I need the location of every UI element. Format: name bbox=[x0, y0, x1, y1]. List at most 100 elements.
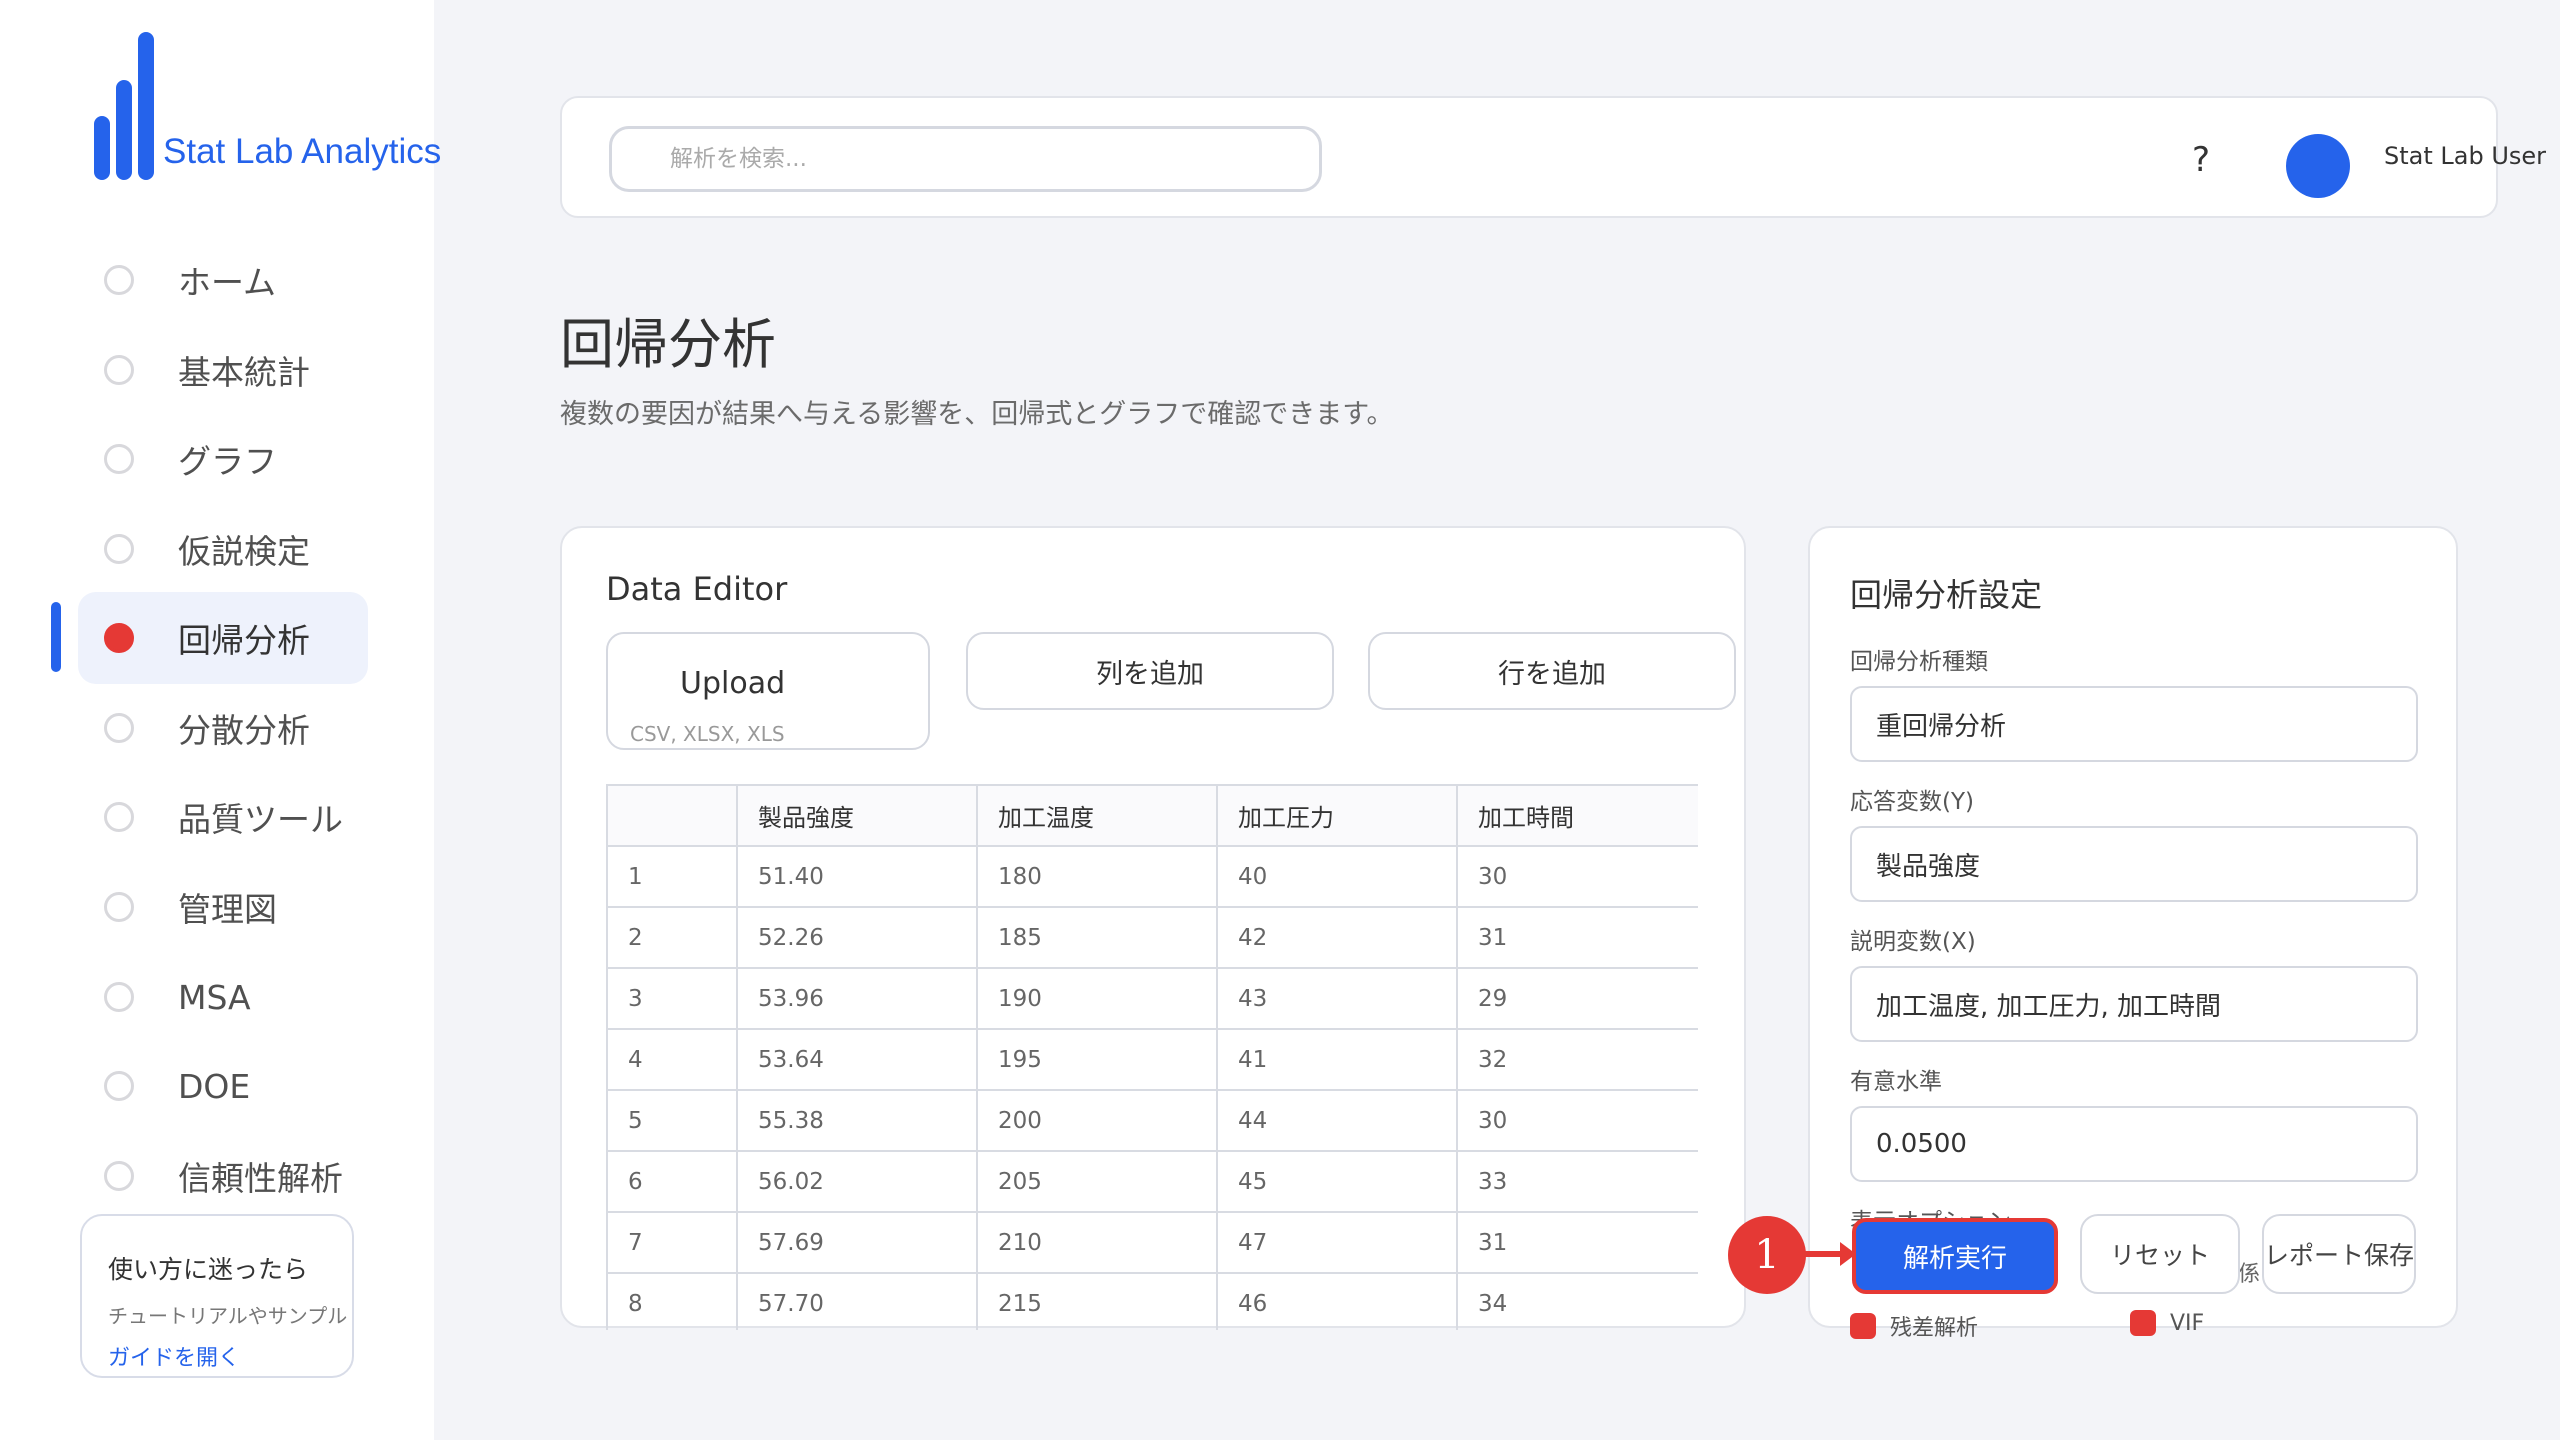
radio-dot-icon bbox=[104, 713, 134, 743]
sidebar-item-anova[interactable]: 分散分析 bbox=[78, 682, 368, 774]
table-cell[interactable]: 40 bbox=[1216, 845, 1458, 908]
top-bar: ? Stat Lab User bbox=[560, 96, 2546, 218]
table-cell[interactable]: 52.26 bbox=[736, 906, 978, 969]
table-cell[interactable]: 215 bbox=[976, 1272, 1218, 1330]
table-cell[interactable]: 31 bbox=[1456, 906, 1698, 969]
row-index-cell: 1 bbox=[606, 845, 738, 908]
sidebar-item-quality-tools[interactable]: 品質ツール bbox=[78, 771, 368, 863]
data-table-container[interactable]: 製品強度 加工温度 加工圧力 加工時間 1 51.40 180 40 30 2 52.26 1… bbox=[606, 784, 1698, 1330]
column-header-index bbox=[606, 784, 738, 847]
sidebar-item-doe[interactable]: DOE bbox=[78, 1040, 368, 1132]
help-card-subtitle: チュートリアルやサンプル bbox=[108, 1304, 348, 1328]
data-editor-title: Data Editor bbox=[606, 570, 788, 608]
row-index-cell: 3 bbox=[606, 967, 738, 1030]
table-cell[interactable]: 44 bbox=[1216, 1089, 1458, 1152]
table-cell[interactable]: 32 bbox=[1456, 1028, 1698, 1091]
row-index-cell: 4 bbox=[606, 1028, 738, 1091]
table-cell[interactable]: 42 bbox=[1216, 906, 1458, 969]
sidebar-item-regression[interactable]: 回帰分析 bbox=[78, 592, 368, 684]
sidebar-item-label: 基本統計 bbox=[178, 353, 310, 392]
open-guide-link[interactable]: ガイドを開く bbox=[108, 1340, 240, 1372]
table-cell[interactable]: 41 bbox=[1216, 1028, 1458, 1091]
occluded-text-fragment: 係 bbox=[2238, 1262, 2261, 1287]
sidebar-item-home[interactable]: ホーム bbox=[78, 234, 368, 326]
add-row-button[interactable]: 行を追加 bbox=[1368, 632, 1736, 710]
sidebar-item-label: 分散分析 bbox=[178, 711, 310, 750]
table-cell[interactable]: 55.38 bbox=[736, 1089, 978, 1152]
table-cell[interactable]: 29 bbox=[1456, 967, 1698, 1030]
table-cell[interactable]: 57.70 bbox=[736, 1272, 978, 1330]
sidebar-item-reliability[interactable]: 信頼性解析 bbox=[78, 1130, 368, 1222]
table-cell[interactable]: 33 bbox=[1456, 1150, 1698, 1213]
radio-dot-icon bbox=[104, 265, 134, 295]
column-header[interactable]: 製品強度 bbox=[736, 784, 978, 847]
upload-button[interactable]: Upload CSV, XLSX, XLS bbox=[606, 632, 930, 750]
table-cell[interactable]: 57.69 bbox=[736, 1211, 978, 1274]
table-row: 2 52.26 185 42 31 bbox=[606, 906, 1698, 969]
residual-analysis-checkbox[interactable]: 残差解析 bbox=[1850, 1310, 1978, 1342]
sidebar-item-msa[interactable]: MSA bbox=[78, 951, 368, 1043]
table-cell[interactable]: 190 bbox=[976, 967, 1218, 1030]
reset-button[interactable]: リセット bbox=[2080, 1214, 2240, 1294]
step-marker-badge: 1 bbox=[1728, 1216, 1806, 1294]
sidebar-item-label: 信頼性解析 bbox=[178, 1159, 343, 1198]
column-header[interactable]: 加工温度 bbox=[976, 784, 1218, 847]
row-index-cell: 2 bbox=[606, 906, 738, 969]
table-cell[interactable]: 30 bbox=[1456, 845, 1698, 908]
checkbox-label: 残差解析 bbox=[1890, 1316, 1979, 1341]
table-cell[interactable]: 53.64 bbox=[736, 1028, 978, 1091]
avatar[interactable] bbox=[2286, 134, 2350, 198]
table-cell[interactable]: 30 bbox=[1456, 1089, 1698, 1152]
sidebar-item-hypothesis-test[interactable]: 仮説検定 bbox=[78, 503, 368, 595]
sidebar-item-label: 回帰分析 bbox=[178, 621, 310, 660]
table-row: 5 55.38 200 44 30 bbox=[606, 1089, 1698, 1152]
sidebar-item-basic-stats[interactable]: 基本統計 bbox=[78, 324, 368, 416]
table-cell[interactable]: 180 bbox=[976, 845, 1218, 908]
table-cell[interactable]: 51.40 bbox=[736, 845, 978, 908]
help-card: 使い方に迷ったら チュートリアルやサンプル ガイドを開く bbox=[80, 1214, 354, 1378]
radio-dot-icon bbox=[104, 355, 134, 385]
sidebar-item-label: グラフ bbox=[178, 442, 277, 481]
vif-checkbox[interactable]: VIF bbox=[2130, 1310, 2204, 1336]
explanatory-variables-select[interactable]: 加工温度, 加工圧力, 加工時間 bbox=[1850, 966, 2418, 1042]
user-name: Stat Lab User bbox=[2384, 142, 2547, 170]
table-row: 6 56.02 205 45 33 bbox=[606, 1150, 1698, 1213]
regression-settings-card: 回帰分析設定 回帰分析種類 重回帰分析 応答変数(Y) 製品強度 説明変数(X)… bbox=[1808, 526, 2458, 1328]
regression-type-select[interactable]: 重回帰分析 bbox=[1850, 686, 2418, 762]
add-column-button[interactable]: 列を追加 bbox=[966, 632, 1334, 710]
sidebar-item-control-chart[interactable]: 管理図 bbox=[78, 861, 368, 953]
sidebar-item-label: MSA bbox=[178, 977, 251, 1017]
upload-hint: CSV, XLSX, XLS bbox=[630, 722, 785, 746]
run-analysis-button[interactable]: 解析実行 bbox=[1852, 1218, 2058, 1294]
help-icon[interactable]: ? bbox=[2192, 140, 2210, 180]
table-cell[interactable]: 195 bbox=[976, 1028, 1218, 1091]
sidebar-item-label: DOE bbox=[178, 1066, 251, 1106]
table-row: 7 57.69 210 47 31 bbox=[606, 1211, 1698, 1274]
active-nav-indicator bbox=[51, 602, 61, 672]
table-cell[interactable]: 210 bbox=[976, 1211, 1218, 1274]
table-cell[interactable]: 56.02 bbox=[736, 1150, 978, 1213]
upload-label: Upload bbox=[680, 666, 786, 701]
table-row: 1 51.40 180 40 30 bbox=[606, 845, 1698, 908]
radio-dot-icon bbox=[104, 444, 134, 474]
table-cell[interactable]: 46 bbox=[1216, 1272, 1458, 1330]
table-cell[interactable]: 185 bbox=[976, 906, 1218, 969]
table-cell[interactable]: 45 bbox=[1216, 1150, 1458, 1213]
column-header[interactable]: 加工圧力 bbox=[1216, 784, 1458, 847]
table-cell[interactable]: 43 bbox=[1216, 967, 1458, 1030]
table-cell[interactable]: 47 bbox=[1216, 1211, 1458, 1274]
response-variable-select[interactable]: 製品強度 bbox=[1850, 826, 2418, 902]
search-input[interactable] bbox=[609, 126, 1322, 192]
save-report-button[interactable]: レポート保存 bbox=[2262, 1214, 2416, 1294]
radio-dot-icon bbox=[104, 1071, 134, 1101]
significance-level-input[interactable]: 0.0500 bbox=[1850, 1106, 2418, 1182]
radio-dot-icon bbox=[104, 982, 134, 1012]
table-cell[interactable]: 31 bbox=[1456, 1211, 1698, 1274]
sidebar-item-graph[interactable]: グラフ bbox=[78, 413, 368, 505]
table-cell[interactable]: 200 bbox=[976, 1089, 1218, 1152]
table-cell[interactable]: 53.96 bbox=[736, 967, 978, 1030]
table-cell[interactable]: 205 bbox=[976, 1150, 1218, 1213]
table-cell[interactable]: 34 bbox=[1456, 1272, 1698, 1330]
row-index-cell: 7 bbox=[606, 1211, 738, 1274]
column-header[interactable]: 加工時間 bbox=[1456, 784, 1698, 847]
